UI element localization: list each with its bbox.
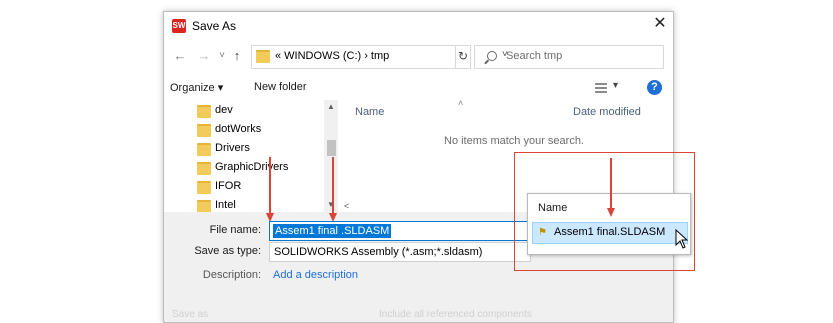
column-header-date-modified[interactable]: Date modified xyxy=(573,106,641,118)
organize-menu[interactable]: Organize ▾ xyxy=(170,81,223,94)
autocomplete-popup: Name ⚑ Assem1 final.SLDASM xyxy=(527,193,691,255)
navigation-pane: dev dotWorks Drivers GraphicDrivers IFOR… xyxy=(164,100,339,213)
save-as-type-value: SOLIDWORKS Assembly (*.asm;*.sldasm) xyxy=(274,246,483,258)
forward-arrow-icon[interactable]: → xyxy=(197,48,211,64)
empty-message: No items match your search. xyxy=(444,135,584,147)
close-icon[interactable]: ✕ xyxy=(652,15,668,33)
autocomplete-item[interactable]: ⚑ Assem1 final.SLDASM xyxy=(532,222,688,244)
address-path: « WINDOWS (C:) › tmp xyxy=(275,50,390,62)
solidworks-icon: SW xyxy=(172,19,186,33)
tree-item-label: dotWorks xyxy=(215,123,262,135)
tree-item-label: IFOR xyxy=(215,180,242,192)
mouse-pointer-icon xyxy=(675,229,689,249)
navigation-bar: ← → ˅ ↑ « WINDOWS (C:) › tmp ˅ ↻ Search … xyxy=(164,44,673,70)
search-box[interactable]: Search tmp xyxy=(474,45,664,69)
assembly-file-icon: ⚑ xyxy=(538,227,547,238)
folder-icon xyxy=(197,143,211,156)
new-folder-button[interactable]: New folder xyxy=(254,81,307,93)
help-icon[interactable]: ? xyxy=(647,80,662,95)
tree-item-label: GraphicDrivers xyxy=(215,161,289,173)
folder-icon xyxy=(197,105,211,118)
title-bar: SW Save As ✕ xyxy=(164,12,673,40)
views-dropdown-icon[interactable]: ▾ xyxy=(613,80,618,91)
tree-item-label: Drivers xyxy=(215,142,250,154)
add-description-link[interactable]: Add a description xyxy=(273,269,358,281)
tree-item-label: dev xyxy=(215,104,233,116)
save-as-type-select[interactable]: SOLIDWORKS Assembly (*.asm;*.sldasm) xyxy=(269,242,531,262)
tree-item-label: Intel xyxy=(215,199,236,211)
scroll-down-icon[interactable]: ▼ xyxy=(324,200,338,209)
save-as-type-label: Save as type: xyxy=(194,245,261,257)
folder-icon xyxy=(256,50,270,63)
popup-header: Name xyxy=(538,202,568,214)
scroll-left-icon[interactable]: < xyxy=(344,201,349,211)
up-folder-icon[interactable]: ↑ xyxy=(230,48,244,64)
refresh-icon[interactable]: ↻ xyxy=(455,45,471,69)
file-name-value: Assem1 final .SLDASM xyxy=(273,224,392,238)
file-name-field[interactable]: Assem1 final .SLDASM xyxy=(269,221,531,241)
column-header-name[interactable]: Name xyxy=(355,106,384,118)
folder-icon xyxy=(197,181,211,194)
scroll-up-icon[interactable]: ▲ xyxy=(324,102,338,111)
command-bar: Organize ▾ New folder ▾ ? xyxy=(164,78,673,100)
save-as-option-label: Save as xyxy=(172,309,209,320)
folder-icon xyxy=(197,124,211,137)
address-bar[interactable]: « WINDOWS (C:) › tmp ˅ xyxy=(251,45,508,69)
folder-icon xyxy=(197,162,211,175)
file-name-label: File name: xyxy=(209,224,261,236)
scroll-thumb[interactable] xyxy=(327,140,336,156)
description-label: Description: xyxy=(202,269,261,281)
autocomplete-item-label: Assem1 final.SLDASM xyxy=(554,226,666,238)
tree-scrollbar[interactable] xyxy=(324,100,338,212)
include-references-checkbox[interactable]: Include all referenced components xyxy=(379,309,532,320)
views-icon[interactable] xyxy=(595,83,607,93)
search-icon xyxy=(487,51,497,61)
back-arrow-icon[interactable]: ← xyxy=(173,48,187,64)
sort-caret-icon: ˄ xyxy=(458,98,464,108)
search-input[interactable]: Search tmp xyxy=(506,50,562,62)
recent-locations-icon[interactable]: ˅ xyxy=(215,48,229,64)
dialog-title: Save As xyxy=(192,19,237,33)
